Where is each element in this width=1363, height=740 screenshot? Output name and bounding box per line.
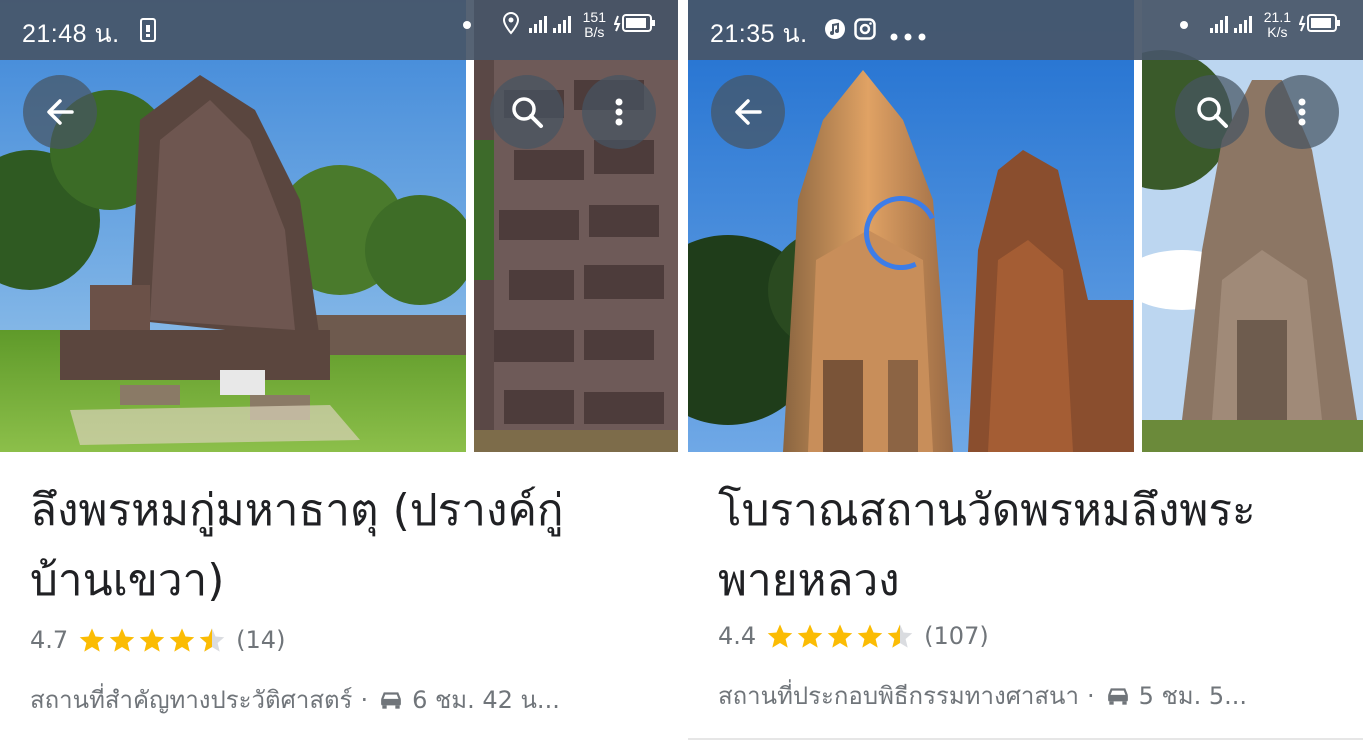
rating-value: 4.7 xyxy=(30,626,69,654)
back-button[interactable] xyxy=(23,75,97,149)
place-info: โบราณสถานวัดพรหมลึงพระ พายหลวง 4.4 (107)… xyxy=(688,452,1363,740)
more-notifications-icon xyxy=(890,26,926,45)
signal-icon xyxy=(528,11,575,39)
status-time: 21:35 น. xyxy=(710,20,808,48)
meta-row: สถานที่สำคัญทางประวัติศาสตร์ · 6 ชม. 42 … xyxy=(30,680,658,719)
star-icon xyxy=(109,628,135,652)
place-photo-next[interactable] xyxy=(1142,0,1363,452)
panel-gap xyxy=(678,0,688,740)
speed-value: 151 xyxy=(582,9,606,25)
speed-unit: B/s xyxy=(584,24,605,40)
status-icons: 151 B/s xyxy=(462,10,656,40)
more-vert-icon xyxy=(615,98,623,126)
star-icon xyxy=(857,624,883,648)
location-icon xyxy=(501,11,521,39)
meta-separator: · xyxy=(360,685,369,714)
more-options-button[interactable] xyxy=(582,75,656,149)
star-icon xyxy=(797,624,823,648)
phone-icon xyxy=(140,18,156,46)
meta-separator: · xyxy=(1086,681,1095,710)
battery-icon xyxy=(613,12,656,38)
drive-time: 6 ชม. 42 น... xyxy=(412,686,560,714)
more-options-button[interactable] xyxy=(1265,75,1339,149)
search-icon xyxy=(512,97,543,128)
arrow-left-icon xyxy=(47,99,74,125)
search-button[interactable] xyxy=(490,75,564,149)
place-title-line: ลึงพรหมกู่มหาธาตุ (ปรางค์กู่ xyxy=(30,485,564,536)
car-icon xyxy=(1107,687,1128,705)
network-speed: 151 B/s xyxy=(583,10,606,40)
star-icon xyxy=(169,628,195,652)
photo-carousel[interactable]: 21:35 น. 21.1 K/s xyxy=(688,0,1363,452)
photo-carousel[interactable]: 21:48 น. 151 B/s xyxy=(0,0,678,452)
place-category: สถานที่ประกอบพิธีกรรมทางศาสนา xyxy=(718,682,1079,710)
arrow-left-icon xyxy=(735,99,762,125)
star-half-icon xyxy=(199,628,225,652)
network-speed: 21.1 K/s xyxy=(1264,10,1291,40)
car-icon xyxy=(381,691,401,709)
place-category: สถานที่สำคัญทางประวัติศาสตร์ xyxy=(30,686,353,714)
place-panel-left: 21:48 น. 151 B/s ลึงพรหมกู่มหาธาตุ (ปราง… xyxy=(0,0,678,740)
back-button[interactable] xyxy=(711,75,785,149)
place-photo-next[interactable] xyxy=(474,0,678,452)
place-panel-right: 21:35 น. 21.1 K/s โบราณสถานวัดพรหมลึงพระ… xyxy=(688,0,1363,740)
place-title-line: บ้านเขวา) xyxy=(30,555,225,606)
status-bar: 21:48 น. 151 B/s xyxy=(0,0,678,60)
place-info: ลึงพรหมกู่มหาธาตุ (ปรางค์กู่ บ้านเขวา) 4… xyxy=(0,452,678,740)
star-icon xyxy=(139,628,165,652)
battery-icon xyxy=(1298,12,1341,38)
rating-row[interactable]: 4.4 (107) xyxy=(718,622,989,650)
instagram-icon xyxy=(854,18,876,44)
place-title-line: พายหลวง xyxy=(718,555,900,606)
speed-unit: K/s xyxy=(1267,24,1288,40)
star-icon xyxy=(767,624,793,648)
dot-icon xyxy=(462,21,471,29)
more-vert-icon xyxy=(1298,98,1306,126)
place-title-line: โบราณสถานวัดพรหมลึงพระ xyxy=(718,485,1256,536)
rating-row[interactable]: 4.7 (14) xyxy=(30,626,285,654)
star-icon xyxy=(79,628,105,652)
review-count: (107) xyxy=(924,622,989,650)
status-icons: 21.1 K/s xyxy=(1179,10,1341,40)
star-rating xyxy=(766,622,914,650)
star-rating xyxy=(78,626,226,654)
search-icon xyxy=(1197,97,1228,128)
review-count: (14) xyxy=(236,626,286,654)
star-half-icon xyxy=(887,624,913,648)
place-photo[interactable] xyxy=(0,0,466,452)
rating-value: 4.4 xyxy=(718,622,757,650)
status-bar: 21:35 น. 21.1 K/s xyxy=(688,0,1363,60)
speed-value: 21.1 xyxy=(1263,9,1291,25)
place-title: ลึงพรหมกู่มหาธาตุ (ปรางค์กู่ บ้านเขวา) xyxy=(30,476,660,616)
meta-row: สถานที่ประกอบพิธีกรรมทางศาสนา · 5 ชม. 5.… xyxy=(718,676,1343,715)
place-title: โบราณสถานวัดพรหมลึงพระ พายหลวง xyxy=(718,476,1348,616)
music-icon xyxy=(824,18,846,44)
signal-icon xyxy=(1209,11,1256,39)
status-time: 21:48 น. xyxy=(22,20,120,48)
dot-icon xyxy=(1179,21,1188,29)
search-button[interactable] xyxy=(1175,75,1249,149)
drive-time: 5 ชม. 5... xyxy=(1138,682,1247,710)
star-icon xyxy=(827,624,853,648)
